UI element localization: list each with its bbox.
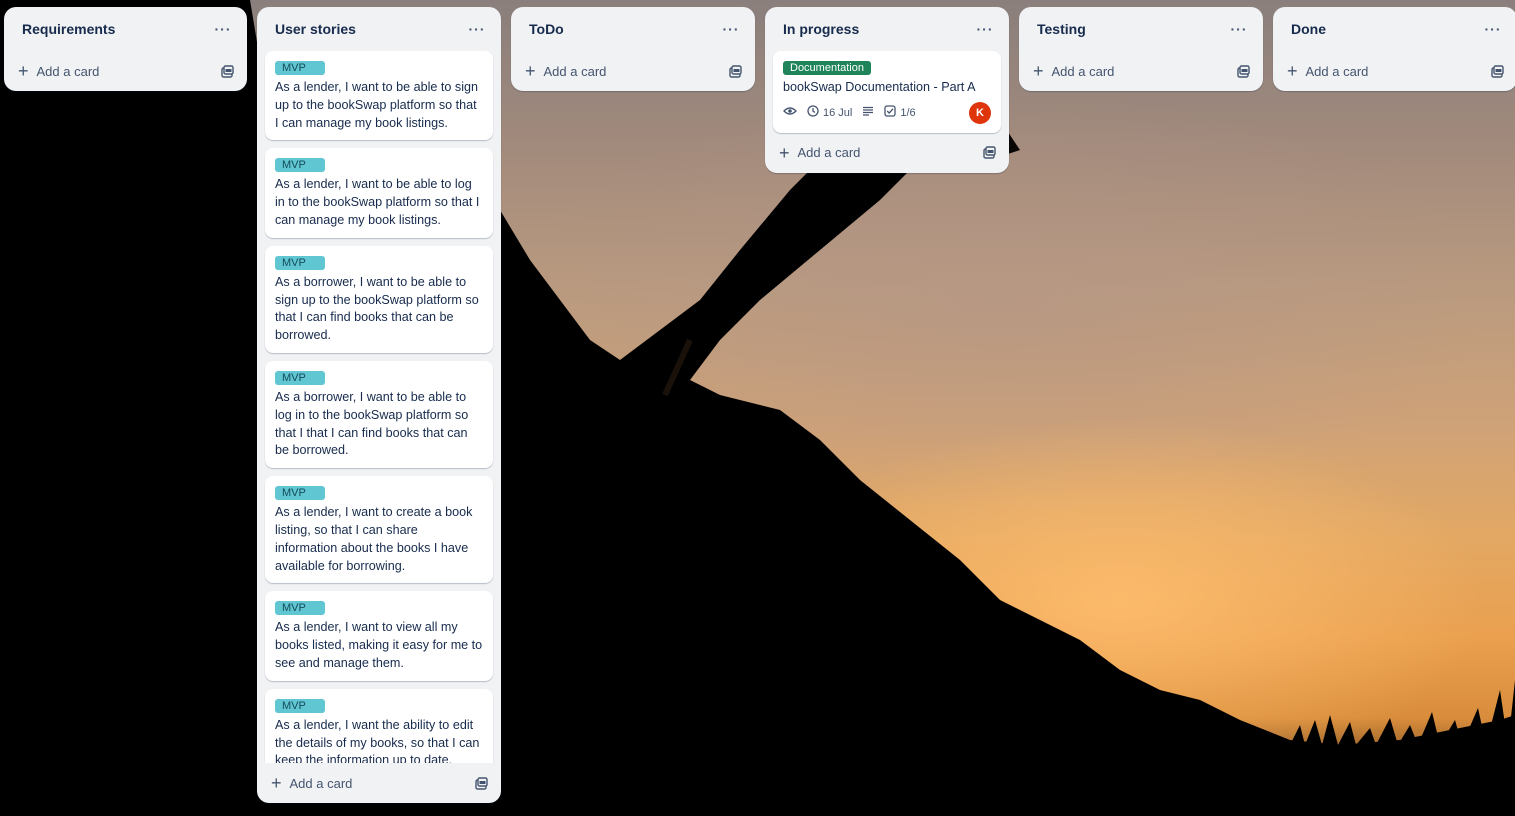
- add-card-label: Add a card: [1051, 63, 1115, 79]
- card-template-icon[interactable]: [1235, 63, 1251, 79]
- card-label-mvp: MVP: [275, 61, 325, 75]
- add-card-label: Add a card: [543, 63, 607, 79]
- card-label-mvp: MVP: [275, 158, 325, 173]
- card[interactable]: MVP As a lender, I want to create a book…: [265, 476, 493, 584]
- list-menu-button[interactable]: ···: [1227, 17, 1251, 41]
- card-list[interactable]: MVP As a lender, I want to be able to si…: [257, 51, 501, 763]
- card-template-icon[interactable]: [981, 145, 997, 161]
- list-testing: Testing ··· + Add a card: [1019, 7, 1263, 91]
- list-title[interactable]: Requirements: [22, 21, 115, 37]
- list-menu-button[interactable]: ···: [973, 17, 997, 41]
- plus-icon: +: [1287, 61, 1298, 81]
- card[interactable]: Documentation bookSwap Documentation - P…: [773, 51, 1001, 133]
- eye-icon: [783, 106, 797, 119]
- card-label-mvp: MVP: [275, 255, 325, 270]
- add-card-button[interactable]: + Add a card: [271, 774, 352, 792]
- add-card-label: Add a card: [36, 63, 100, 79]
- card-title: As a lender, I want to create a book lis…: [275, 505, 473, 573]
- card[interactable]: MVP As a lender, I want to be able to lo…: [265, 148, 493, 238]
- plus-icon: +: [18, 61, 29, 81]
- card-title: As a lender, I want the ability to edit …: [275, 717, 480, 763]
- card-label-documentation: Documentation: [783, 61, 871, 75]
- list-header: In progress ···: [765, 7, 1009, 51]
- list-footer: + Add a card: [1019, 51, 1263, 91]
- card-title: As a lender, I want to be able to log in…: [275, 177, 480, 227]
- list-footer: + Add a card: [4, 51, 247, 91]
- card-badges: 16 Jul 1/6 K: [783, 101, 991, 125]
- list-requirements: Requirements ··· + Add a card: [4, 7, 247, 91]
- list-title[interactable]: Done: [1291, 21, 1326, 37]
- card[interactable]: MVP As a lender, I want to be able to si…: [265, 51, 493, 141]
- list-title[interactable]: ToDo: [529, 21, 564, 37]
- list-footer: + Add a card: [511, 51, 755, 91]
- checkbox-icon: [884, 105, 897, 120]
- list-user-stories: User stories ··· MVP As a lender, I want…: [257, 7, 501, 803]
- board: Requirements ··· + Add a card User stori…: [4, 7, 1515, 803]
- member-avatar[interactable]: K: [969, 101, 991, 124]
- list-title[interactable]: Testing: [1037, 21, 1086, 37]
- list-title[interactable]: In progress: [783, 21, 859, 37]
- card-title: As a lender, I want to view all my books…: [275, 620, 483, 670]
- card-label-mvp: MVP: [275, 698, 325, 713]
- due-date-badge[interactable]: 16 Jul: [807, 105, 852, 120]
- list-header: User stories ···: [257, 7, 501, 51]
- list-menu-button[interactable]: ···: [211, 17, 235, 41]
- add-card-button[interactable]: + Add a card: [1287, 62, 1368, 80]
- add-card-button[interactable]: + Add a card: [779, 144, 860, 162]
- list-header: ToDo ···: [511, 7, 755, 51]
- list-header: Done ···: [1273, 7, 1515, 51]
- plus-icon: +: [525, 61, 536, 81]
- plus-icon: +: [1033, 61, 1044, 81]
- card-template-icon[interactable]: [219, 63, 235, 79]
- list-done: Done ··· + Add a card: [1273, 7, 1515, 91]
- clock-icon: [807, 105, 819, 120]
- card-title: As a borrower, I want to be able to sign…: [275, 274, 479, 343]
- add-card-label: Add a card: [289, 775, 353, 791]
- card-label-mvp: MVP: [275, 486, 325, 501]
- card-list: Documentation bookSwap Documentation - P…: [765, 51, 1009, 133]
- description-badge: [862, 106, 874, 119]
- list-todo: ToDo ··· + Add a card: [511, 7, 755, 91]
- add-card-label: Add a card: [1305, 63, 1369, 79]
- list-footer: + Add a card: [1273, 51, 1515, 91]
- list-menu-button[interactable]: ···: [719, 17, 743, 41]
- card-label-mvp: MVP: [275, 601, 325, 616]
- card-label-mvp: MVP: [275, 370, 325, 385]
- checklist-badge: 1/6: [884, 105, 916, 120]
- list-footer: + Add a card: [257, 763, 501, 803]
- watching-badge: [783, 106, 797, 119]
- card-title: As a lender, I want to be able to sign u…: [275, 80, 479, 130]
- add-card-button[interactable]: + Add a card: [18, 62, 99, 80]
- card[interactable]: MVP As a lender, I want to view all my b…: [265, 591, 493, 681]
- plus-icon: +: [271, 773, 282, 793]
- add-card-button[interactable]: + Add a card: [525, 62, 606, 80]
- list-in-progress: In progress ··· Documentation bookSwap D…: [765, 7, 1009, 173]
- card-title: As a borrower, I want to be able to log …: [275, 389, 469, 458]
- list-menu-button[interactable]: ···: [465, 17, 489, 41]
- checklist-count: 1/6: [900, 106, 916, 119]
- card-template-icon[interactable]: [727, 63, 743, 79]
- card[interactable]: MVP As a borrower, I want to be able to …: [265, 360, 493, 469]
- card-template-icon[interactable]: [473, 775, 489, 791]
- card-template-icon[interactable]: [1489, 63, 1505, 79]
- card[interactable]: MVP As a lender, I want the ability to e…: [265, 688, 493, 763]
- due-date: 16 Jul: [823, 106, 853, 119]
- list-header: Testing ···: [1019, 7, 1263, 51]
- list-header: Requirements ···: [4, 7, 247, 51]
- card-title: bookSwap Documentation - Part A: [783, 80, 976, 94]
- list-footer: + Add a card: [765, 133, 1009, 173]
- list-menu-button[interactable]: ···: [1481, 17, 1505, 41]
- card[interactable]: MVP As a borrower, I want to be able to …: [265, 245, 493, 353]
- add-card-button[interactable]: + Add a card: [1033, 62, 1114, 80]
- add-card-label: Add a card: [797, 145, 861, 161]
- description-icon: [862, 106, 874, 119]
- plus-icon: +: [779, 142, 790, 163]
- list-title[interactable]: User stories: [275, 21, 356, 37]
